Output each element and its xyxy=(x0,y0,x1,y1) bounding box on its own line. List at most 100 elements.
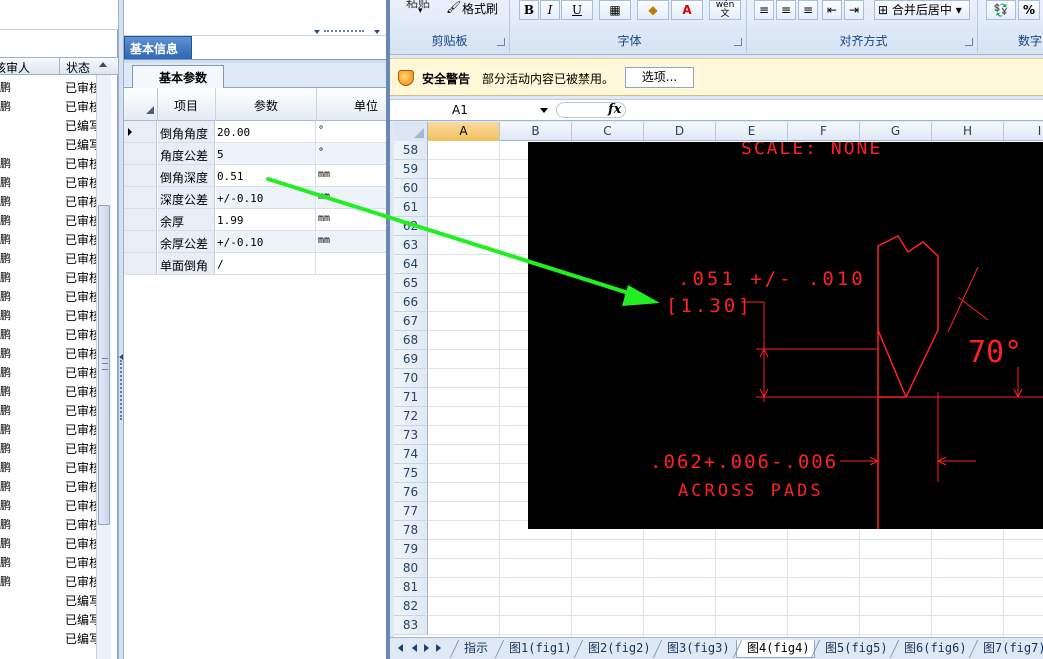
row-selector[interactable] xyxy=(124,209,157,230)
list-item[interactable]: 已编写 xyxy=(0,590,96,609)
list-item[interactable]: 鹏 已审核 xyxy=(0,286,96,305)
list-item[interactable]: 鹏 已审核 xyxy=(0,419,96,438)
col-header-reviewer[interactable]: 核审人 xyxy=(0,59,30,76)
row-selector[interactable] xyxy=(124,253,157,274)
list-item[interactable]: 鹏 已审核 xyxy=(0,362,96,381)
list-item[interactable]: 鹏 已审核 xyxy=(0,153,96,172)
col-header-item[interactable]: 项目 xyxy=(174,97,198,114)
row-header[interactable]: 62 xyxy=(394,217,428,236)
param-row[interactable]: 余厚 1.99 mm xyxy=(124,209,386,231)
font-color-button[interactable]: A xyxy=(671,0,703,20)
list-item[interactable]: 鹏 已审核 xyxy=(0,400,96,419)
param-value-cell[interactable]: 20.00 xyxy=(216,121,316,142)
phonetic-button[interactable]: wén 文 xyxy=(709,0,741,20)
list-item[interactable]: 已编写 xyxy=(0,115,96,134)
tab-basic-params[interactable]: 基本参数 xyxy=(132,65,224,88)
list-item[interactable]: 鹏 已审核 xyxy=(0,495,96,514)
column-header[interactable]: I xyxy=(1004,122,1043,141)
row-selector[interactable] xyxy=(124,165,157,186)
row-header[interactable]: 82 xyxy=(394,597,428,616)
param-value-cell[interactable]: 0.51 xyxy=(216,165,316,186)
param-value-cell[interactable]: +/-0.10 xyxy=(216,187,316,208)
sheet-tab[interactable]: 图6(fig6) xyxy=(889,640,971,658)
cad-drawing-image[interactable]: SCALE: NONE .051 +/- .010 [1.30] 70° .06… xyxy=(528,142,1043,529)
underline-button[interactable]: U xyxy=(561,0,593,20)
column-header[interactable]: F xyxy=(788,122,860,141)
row-header[interactable]: 71 xyxy=(394,388,428,407)
column-header[interactable]: E xyxy=(716,122,788,141)
param-value-cell[interactable]: / xyxy=(216,253,316,274)
row-header[interactable]: 59 xyxy=(394,160,428,179)
list-item[interactable]: 鹏 已审核 xyxy=(0,343,96,362)
col-header-param[interactable]: 参数 xyxy=(254,97,278,114)
row-header[interactable]: 61 xyxy=(394,198,428,217)
list-item[interactable]: 已编写 xyxy=(0,628,96,647)
name-box-value[interactable]: A1 xyxy=(452,103,468,117)
row-selector[interactable] xyxy=(124,231,157,252)
sort-ascending-icon[interactable] xyxy=(99,62,107,67)
list-item[interactable]: 已编写 xyxy=(0,609,96,628)
dialog-launcher-icon[interactable] xyxy=(965,38,973,46)
row-header[interactable]: 83 xyxy=(394,616,428,635)
row-header[interactable]: 58 xyxy=(394,141,428,160)
accounting-format-button[interactable]: 💱 xyxy=(986,0,1016,20)
param-unit-cell[interactable]: mm xyxy=(317,209,386,230)
list-item[interactable]: 鹏 已审核 xyxy=(0,96,96,115)
format-painter-icon[interactable]: 🖌 xyxy=(446,0,461,14)
list-item[interactable]: 鹏 已审核 xyxy=(0,210,96,229)
param-unit-cell[interactable]: mm xyxy=(317,165,386,186)
select-all-corner[interactable] xyxy=(146,106,154,114)
list-item[interactable]: 鹏 已审核 xyxy=(0,267,96,286)
dialog-launcher-icon[interactable] xyxy=(734,38,742,46)
list-item[interactable]: 鹏 已审核 xyxy=(0,229,96,248)
list-item[interactable]: 鹏 已审核 xyxy=(0,533,96,552)
tab-basic-info[interactable]: 基本信息 xyxy=(124,36,192,59)
param-value-cell[interactable]: +/-0.10 xyxy=(216,231,316,252)
row-header[interactable]: 68 xyxy=(394,331,428,350)
list-item[interactable]: 鹏 已审核 xyxy=(0,324,96,343)
row-header[interactable]: 74 xyxy=(394,445,428,464)
chevron-down-icon[interactable] xyxy=(314,30,320,34)
sheet-tab[interactable]: 图7(fig7) xyxy=(968,640,1043,658)
select-all-button[interactable] xyxy=(394,122,428,141)
list-item[interactable]: 鹏 已审核 xyxy=(0,476,96,495)
row-selector[interactable] xyxy=(124,187,157,208)
param-unit-cell[interactable]: ° xyxy=(317,121,386,142)
list-item[interactable]: 鹏 已审核 xyxy=(0,457,96,476)
list-scroll-thumb[interactable] xyxy=(98,205,110,525)
row-header[interactable]: 76 xyxy=(394,483,428,502)
sheet-tab[interactable]: 图5(fig5) xyxy=(810,640,892,658)
column-header[interactable]: D xyxy=(644,122,716,141)
list-item[interactable]: 鹏 已审核 xyxy=(0,172,96,191)
column-header[interactable]: C xyxy=(572,122,644,141)
param-unit-cell[interactable]: mm xyxy=(317,231,386,252)
align-center-button[interactable]: ≡ xyxy=(776,0,796,20)
list-item[interactable]: 鹏 已审核 xyxy=(0,438,96,457)
list-item[interactable]: 鹏 已审核 xyxy=(0,248,96,267)
list-scrollbar[interactable] xyxy=(96,75,111,659)
list-item[interactable]: 鹏 已审核 xyxy=(0,514,96,533)
percent-button[interactable]: % xyxy=(1018,0,1040,20)
row-header[interactable]: 63 xyxy=(394,236,428,255)
first-sheet-icon[interactable] xyxy=(398,644,403,652)
row-header[interactable]: 81 xyxy=(394,578,428,597)
param-unit-cell[interactable] xyxy=(317,253,386,274)
list-item[interactable]: 鹏 已审核 xyxy=(0,191,96,210)
row-header[interactable]: 78 xyxy=(394,521,428,540)
insert-function-icon[interactable]: fx xyxy=(608,102,621,117)
bold-button[interactable]: B xyxy=(519,0,539,20)
param-row[interactable]: 角度公差 5 ° xyxy=(124,143,386,165)
row-header[interactable]: 72 xyxy=(394,407,428,426)
list-item[interactable]: 鹏 已审核 xyxy=(0,305,96,324)
list-item[interactable]: 已编写 xyxy=(0,134,96,153)
row-header[interactable]: 73 xyxy=(394,426,428,445)
chevron-down-icon[interactable] xyxy=(374,30,380,34)
spreadsheet-grid[interactable]: ABCDEFGHI 58 59 60 61 62 63 64 65 66 67 68 69 70 71 72… xyxy=(394,122,1043,637)
sheet-tab[interactable]: 指示 xyxy=(449,640,492,658)
security-options-button[interactable]: 选项... xyxy=(625,67,694,88)
row-header[interactable]: 70 xyxy=(394,369,428,388)
italic-button[interactable]: I xyxy=(540,0,560,20)
col-header-status[interactable]: 状态 xyxy=(66,59,90,76)
sheet-tab[interactable]: 图2(fig2) xyxy=(573,640,655,658)
list-item[interactable]: 鹏 已审核 xyxy=(0,571,96,590)
